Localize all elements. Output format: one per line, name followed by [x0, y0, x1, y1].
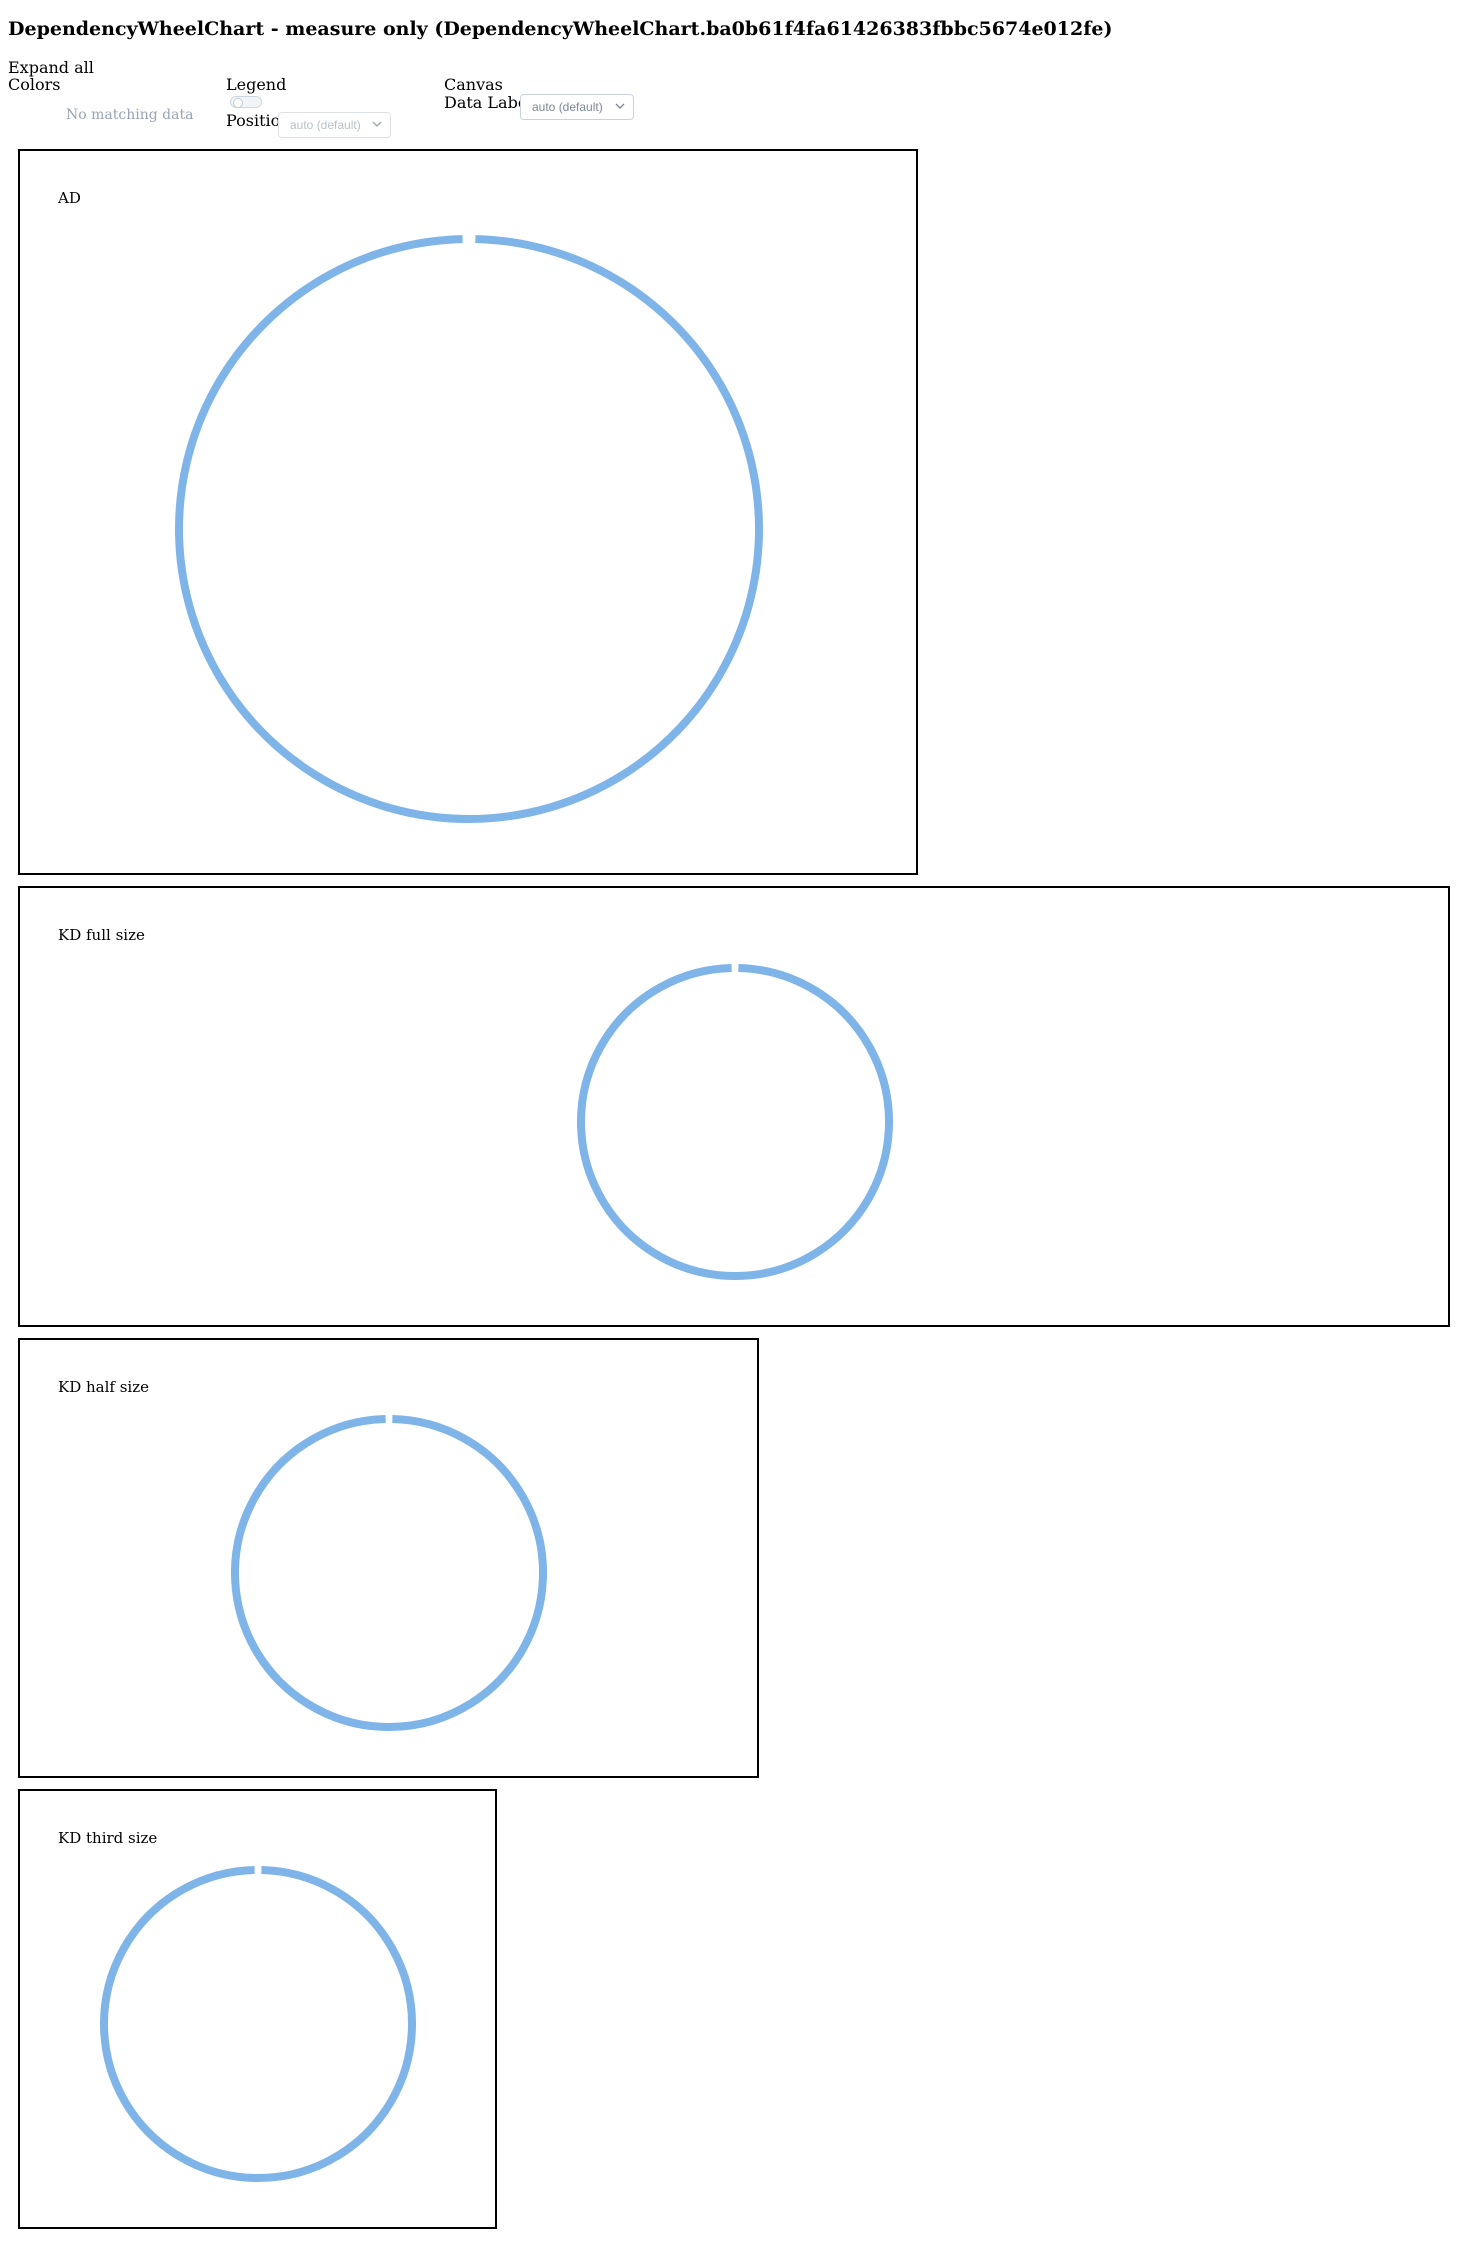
legend-toggle[interactable] [230, 96, 262, 108]
colors-empty-text: No matching data [66, 107, 194, 123]
chart-panel-kd-full: KD full size [18, 886, 1450, 1327]
wheel-ring [100, 1866, 416, 2182]
wheel-ring [577, 964, 893, 1280]
chevron-down-icon [372, 121, 382, 127]
data-labels-value: auto (default) [532, 100, 603, 114]
wheel-ring [175, 235, 763, 823]
chart-panel-kd-half: KD half size [18, 1338, 759, 1778]
dependency-wheel-chart[interactable] [20, 151, 916, 873]
dependency-wheel-chart[interactable] [20, 1791, 495, 2227]
dependency-wheel-chart[interactable] [20, 1340, 757, 1776]
wheel-ring [231, 1415, 547, 1731]
toggle-knob [233, 98, 243, 108]
legend-position-select[interactable]: auto (default) [278, 112, 391, 138]
page-title: DependencyWheelChart - measure only (Dep… [8, 18, 1113, 40]
chevron-down-icon [615, 103, 625, 109]
legend-label: Legend [226, 75, 287, 94]
chart-panel-kd-third: KD third size [18, 1789, 497, 2229]
data-labels-select[interactable]: auto (default) [520, 94, 634, 120]
colors-label: Colors [8, 75, 61, 94]
dependency-wheel-chart[interactable] [20, 888, 1448, 1325]
legend-position-value: auto (default) [290, 118, 361, 132]
canvas-label: Canvas [444, 75, 503, 94]
chart-panel-ad: AD [18, 149, 918, 875]
